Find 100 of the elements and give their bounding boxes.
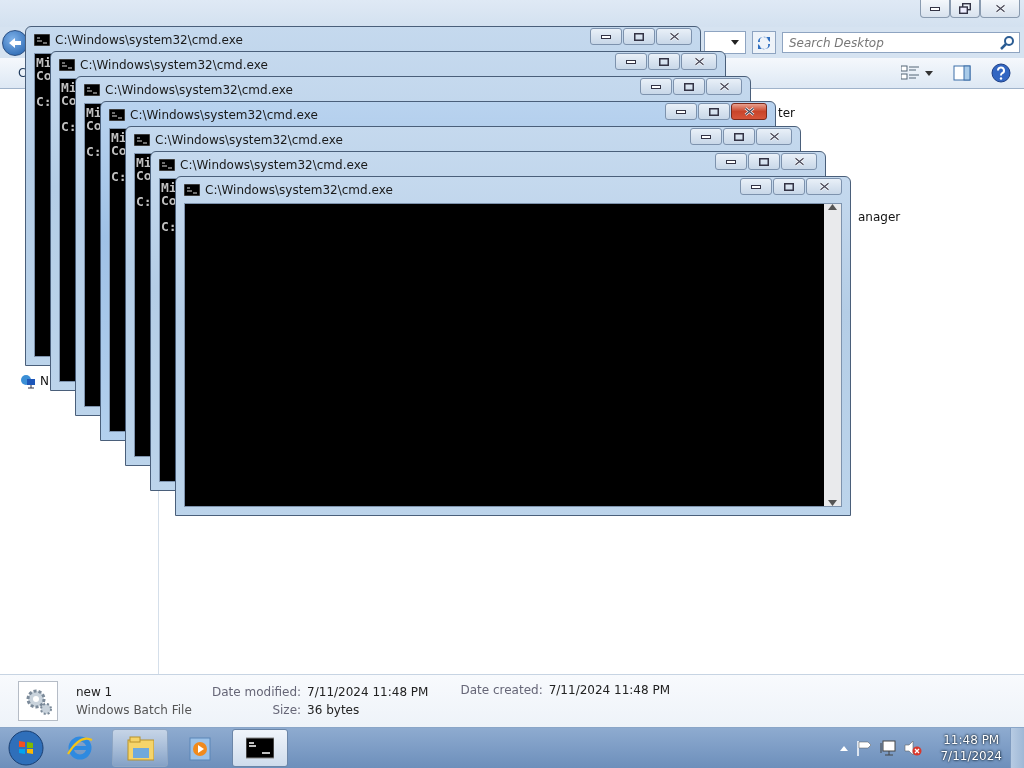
- scrollbar[interactable]: [824, 204, 841, 506]
- minimize-button[interactable]: [590, 28, 622, 45]
- close-icon: [768, 132, 780, 141]
- restore-button[interactable]: [950, 0, 980, 18]
- console-text: C:: [111, 170, 127, 183]
- arrow-up-icon: [840, 745, 849, 751]
- maximize-button[interactable]: [773, 178, 805, 195]
- browser-icon: [66, 734, 94, 762]
- console-icon: [134, 134, 150, 146]
- console-icon: [159, 159, 175, 171]
- window-title: C:\Windows\system32\cmd.exe: [155, 133, 344, 147]
- minimize-icon: [601, 34, 611, 39]
- minimize-button[interactable]: [615, 53, 647, 70]
- flag-icon: [856, 740, 873, 756]
- console-icon: [109, 109, 125, 121]
- close-button[interactable]: [756, 128, 792, 145]
- console-text: C:: [161, 220, 177, 233]
- show-hidden-icons-button[interactable]: [840, 745, 849, 751]
- maximize-icon: [709, 107, 719, 116]
- close-icon: [668, 32, 680, 41]
- maximize-button[interactable]: [623, 28, 655, 45]
- console-icon: [246, 734, 274, 762]
- close-icon: [994, 4, 1006, 13]
- window-title: C:\Windows\system32\cmd.exe: [180, 158, 369, 172]
- window-title: C:\Windows\system32\cmd.exe: [80, 58, 269, 72]
- minimize-button[interactable]: [690, 128, 722, 145]
- scroll-up-icon: [828, 204, 837, 210]
- close-button[interactable]: [681, 53, 717, 70]
- minimize-icon: [930, 6, 940, 11]
- file-name: new 1: [76, 685, 114, 699]
- details-view-icon: [901, 65, 919, 81]
- volume-button[interactable]: [904, 740, 923, 756]
- field-value: 7/11/2024 11:48 PM: [307, 685, 429, 699]
- maximize-button[interactable]: [748, 153, 780, 170]
- minimize-icon: [726, 159, 736, 164]
- back-button[interactable]: [2, 29, 28, 56]
- console-icon: [59, 59, 75, 71]
- restore-icon: [959, 3, 971, 14]
- speaker-muted-icon: [904, 740, 923, 756]
- console-text: Mi: [61, 81, 77, 94]
- minimize-icon: [701, 134, 711, 139]
- close-button[interactable]: [731, 103, 767, 120]
- minimize-icon: [676, 109, 686, 114]
- help-button[interactable]: [988, 60, 1014, 86]
- minimize-button[interactable]: [740, 178, 772, 195]
- field-value: 7/11/2024 11:48 PM: [548, 683, 671, 697]
- network-icon: [20, 373, 36, 389]
- maximize-icon: [734, 132, 744, 141]
- preview-pane-button[interactable]: [950, 62, 974, 84]
- maximize-button[interactable]: [698, 103, 730, 120]
- console-icon: [184, 184, 200, 196]
- minimize-button[interactable]: [715, 153, 747, 170]
- close-button[interactable]: [806, 178, 842, 195]
- caret-icon: [731, 40, 739, 45]
- maximize-icon: [784, 182, 794, 191]
- minimize-button[interactable]: [665, 103, 697, 120]
- maximize-icon: [659, 57, 669, 66]
- maximize-icon: [684, 82, 694, 91]
- network-icon: [880, 740, 897, 756]
- file-type: Windows Batch File: [76, 703, 193, 717]
- address-bar[interactable]: [704, 31, 746, 54]
- windows-logo-icon: [8, 730, 44, 766]
- minimize-icon: [626, 59, 636, 64]
- caret-icon: [925, 70, 933, 76]
- maximize-button[interactable]: [648, 53, 680, 70]
- console-text: C:: [61, 120, 77, 133]
- minimize-icon: [651, 84, 661, 89]
- arrow-left-icon: [8, 36, 22, 49]
- console-text: Mi: [136, 156, 152, 169]
- file-item-label: ter: [778, 106, 796, 120]
- close-icon: [818, 182, 830, 191]
- nav-item[interactable]: N: [20, 373, 49, 389]
- refresh-button[interactable]: [752, 31, 776, 54]
- action-center-button[interactable]: [856, 740, 873, 756]
- maximize-button[interactable]: [673, 78, 705, 95]
- console-text: Mi: [86, 106, 102, 119]
- console-text: Mi: [161, 181, 177, 194]
- window-title: C:\Windows\system32\cmd.exe: [205, 183, 394, 197]
- console-icon: [34, 34, 50, 46]
- console-text: C:: [36, 95, 52, 108]
- network-button[interactable]: [880, 740, 897, 756]
- close-button[interactable]: [781, 153, 817, 170]
- close-button[interactable]: [706, 78, 742, 95]
- close-button[interactable]: [656, 28, 692, 45]
- play-icon: [186, 734, 214, 762]
- console-icon: [84, 84, 100, 96]
- field-label: Date created:: [460, 683, 543, 697]
- taskbar-button[interactable]: [232, 729, 288, 767]
- close-icon: [693, 57, 705, 66]
- minimize-button[interactable]: [920, 0, 950, 18]
- folder-icon: [126, 734, 154, 762]
- console-text: C:: [136, 195, 152, 208]
- close-button[interactable]: [980, 0, 1020, 18]
- minimize-button[interactable]: [640, 78, 672, 95]
- maximize-icon: [634, 32, 644, 41]
- maximize-button[interactable]: [723, 128, 755, 145]
- close-icon: [793, 157, 805, 166]
- close-icon: [718, 82, 730, 91]
- refresh-icon: [756, 35, 772, 50]
- search-field[interactable]: Search Desktop: [782, 32, 1020, 53]
